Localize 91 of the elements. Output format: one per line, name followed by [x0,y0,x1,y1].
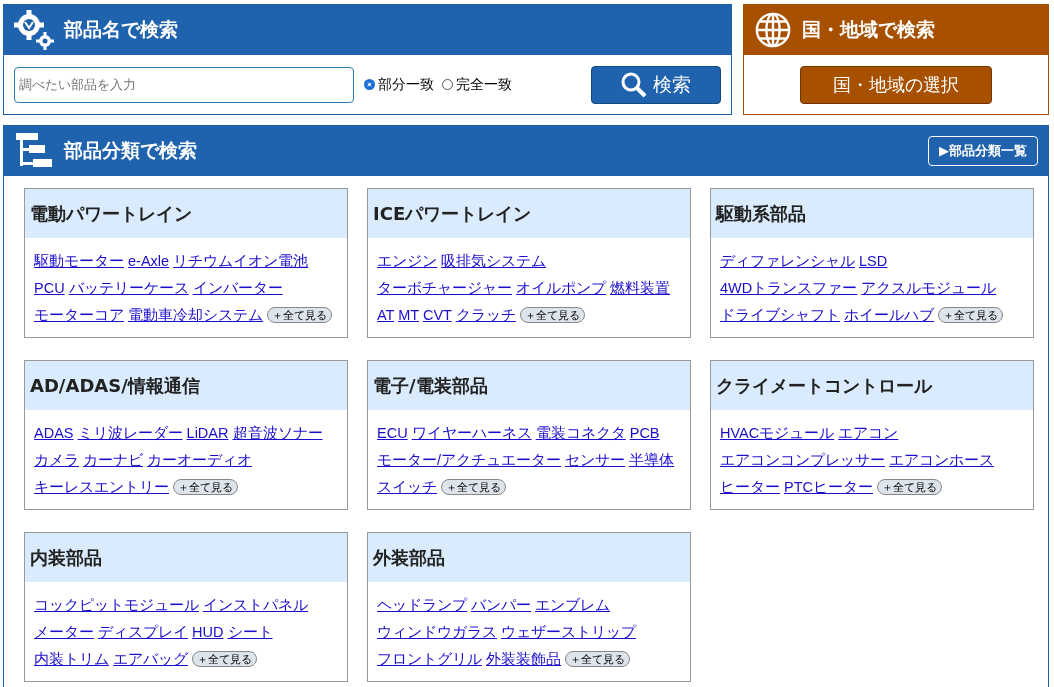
part-link[interactable]: 駆動モーター [34,253,124,269]
part-link[interactable]: MT [398,307,419,323]
part-link[interactable]: PTCヒーター [784,479,874,495]
part-link[interactable]: コックピットモジュール [34,597,199,613]
part-link[interactable]: エアバッグ [113,651,189,667]
show-all-button[interactable]: ＋全て見る [565,651,631,667]
category-title: AD/ADAS/情報通信 [25,361,347,410]
part-link[interactable]: エンブレム [535,597,611,613]
category-list-button[interactable]: ▶部品分類一覧 [928,136,1038,166]
part-link[interactable]: 吸排気システム [441,253,547,269]
globe-icon [754,11,792,49]
part-link[interactable]: スイッチ [377,479,437,495]
part-link[interactable]: ECU [377,425,408,441]
part-link[interactable]: エアコンホース [889,452,995,468]
match-radio[interactable]: 完全一致 [442,75,512,94]
part-link[interactable]: ミリ波レーダー [77,425,183,441]
part-link[interactable]: シート [227,624,273,640]
part-link[interactable]: ヒーター [720,479,780,495]
part-link[interactable]: ADAS [34,425,74,441]
part-link[interactable]: HVACモジュール [720,425,835,441]
show-all-button[interactable]: ＋全て見る [192,651,258,667]
part-link[interactable]: 外装装飾品 [486,651,562,667]
category-title: 電子/電装部品 [368,361,690,410]
part-link[interactable]: カメラ [34,452,79,468]
part-link[interactable]: ドライブシャフト [720,307,840,323]
part-link[interactable]: HUD [192,624,224,640]
part-link[interactable]: ウェザーストリップ [501,624,637,640]
search-icon [621,71,647,98]
part-link[interactable]: インバーター [192,280,283,296]
part-link[interactable]: CVT [422,307,452,323]
part-link[interactable]: モーターコア [34,307,124,323]
part-link[interactable]: ウィンドウガラス [377,624,497,640]
part-link[interactable]: ヘッドランプ [377,597,467,613]
part-link[interactable]: クラッチ [455,307,516,323]
part-link[interactable]: ディスプレイ [98,624,189,640]
category-title: 内装部品 [25,533,347,582]
part-link[interactable]: フロントグリル [377,651,482,667]
show-all-button[interactable]: ＋全て見る [938,307,1004,323]
part-link[interactable]: モーター/アクチュエーター [377,452,562,468]
part-link[interactable]: ワイヤーハーネス [411,425,532,441]
show-all-button[interactable]: ＋全て見る [173,479,239,495]
show-all-button[interactable]: ＋全て見る [441,479,507,495]
part-link[interactable]: エンジン [377,253,437,269]
part-link[interactable]: 電装コネクタ [535,425,626,441]
part-link[interactable]: PCB [629,425,660,441]
part-link[interactable]: ディファレンシャル [720,253,855,269]
part-link[interactable]: 電動車冷却システム [128,307,264,323]
part-link[interactable]: AT [377,307,395,323]
part-link[interactable]: 4WDトランスファー [720,280,858,296]
show-all-button[interactable]: ＋全て見る [877,479,943,495]
gears-icon [14,10,54,50]
part-link[interactable]: 超音波ソナー [232,425,323,441]
show-all-button[interactable]: ＋全て見る [519,307,585,323]
part-link[interactable]: キーレスエントリー [34,479,169,495]
part-link[interactable]: PCU [34,280,65,296]
part-link[interactable]: カーオーディオ [147,452,253,468]
radio-label: 完全一致 [456,75,512,94]
part-link[interactable]: ホイールハブ [844,307,935,323]
part-link[interactable]: センサー [565,452,626,468]
part-link[interactable]: e-Axle [128,253,170,269]
radio-label: 部分一致 [378,75,434,94]
radio-circle-icon[interactable] [364,79,375,90]
category-title: 電動パワートレイン [25,189,347,238]
part-link[interactable]: エアコン [838,425,899,441]
panel-title: 国・地域で検索 [802,17,935,42]
part-link[interactable]: リチウムイオン電池 [173,253,309,269]
part-link[interactable]: バンパー [471,597,532,613]
match-radio[interactable]: 部分一致 [364,75,434,94]
category-title: 外装部品 [368,533,690,582]
category-title: ICEパワートレイン [368,189,690,238]
part-link[interactable]: LiDAR [186,425,229,441]
part-link[interactable]: 燃料装置 [610,280,671,296]
part-link[interactable]: ターボチャージャー [377,280,512,296]
part-link[interactable]: カーナビ [83,452,144,468]
part-link[interactable]: インストパネル [203,597,309,613]
part-link[interactable]: 内装トリム [34,651,109,667]
part-link[interactable]: バッテリーケース [68,280,189,296]
category-title: クライメートコントロール [711,361,1033,410]
part-link[interactable]: アクスルモジュール [861,280,997,296]
part-link[interactable]: 半導体 [629,452,675,468]
part-name-input[interactable]: 調べたい部品を入力 [14,66,354,103]
category-title: 駆動系部品 [711,189,1033,238]
part-link[interactable]: オイルポンプ [516,280,607,296]
panel-title: 部品名で検索 [64,17,178,42]
show-all-button[interactable]: ＋全て見る [267,307,333,323]
search-button[interactable]: 検索 [591,65,721,104]
part-link[interactable]: LSD [859,253,888,269]
part-link[interactable]: メーター [34,624,94,640]
region-select-button[interactable]: 国・地域の選択 [800,65,992,104]
panel-title: 部品分類で検索 [64,138,197,163]
part-link[interactable]: エアコンコンプレッサー [720,452,885,468]
